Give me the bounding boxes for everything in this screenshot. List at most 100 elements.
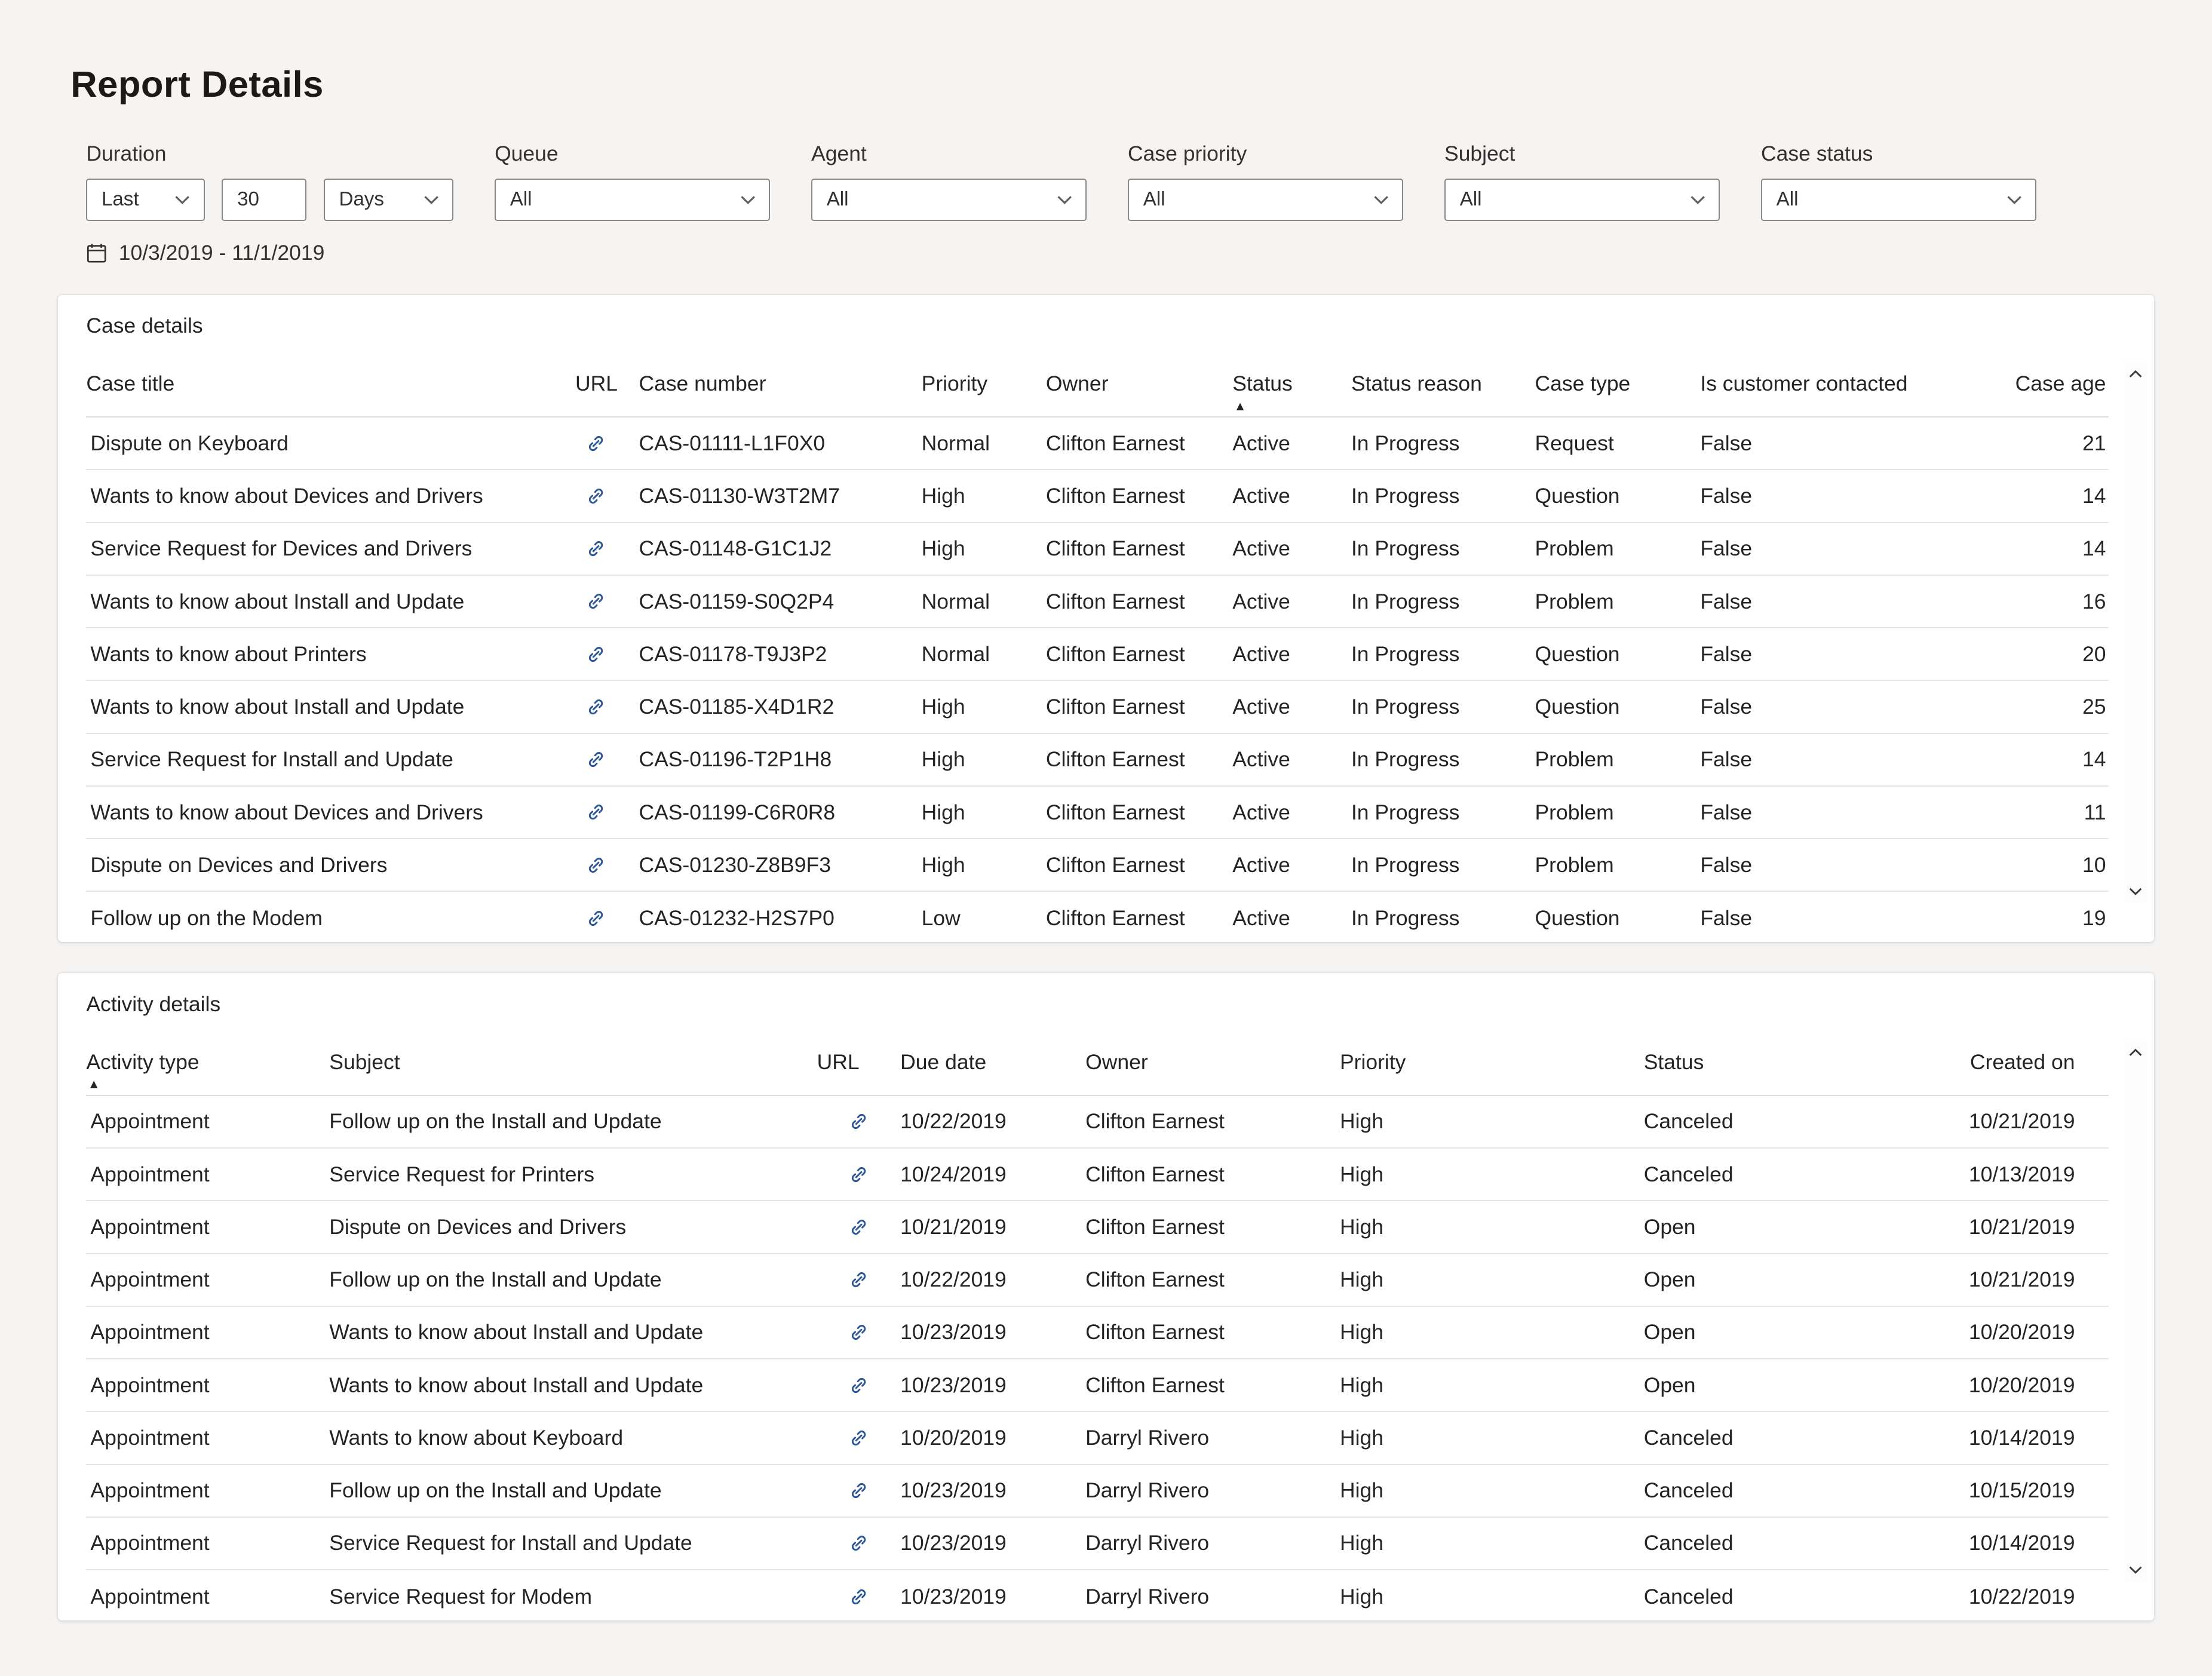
cell-subject: Wants to know about Keyboard <box>329 1425 624 1450</box>
column-header-priority[interactable]: Priority <box>1340 1049 1644 1075</box>
cell-owner: Clifton Earnest <box>1085 1267 1225 1292</box>
cell-priority: High <box>1340 1109 1383 1134</box>
column-header-status-reason[interactable]: Status reason <box>1351 371 1535 397</box>
table-row[interactable]: Appointment Dispute on Devices and Driver… <box>86 1201 2109 1254</box>
queue-select[interactable]: All <box>495 178 771 221</box>
case-priority-select[interactable]: All <box>1128 178 1404 221</box>
column-header-status[interactable]: Status <box>1644 1049 1948 1075</box>
cell-case-type: Problem <box>1535 747 1614 772</box>
filter-case-status: Case status All <box>1761 142 2037 221</box>
link-icon[interactable] <box>586 486 606 506</box>
column-header-url[interactable]: URL <box>817 1049 901 1075</box>
table-row[interactable]: Appointment Follow up on the Install and … <box>86 1096 2109 1149</box>
column-header-due-date[interactable]: Due date <box>900 1049 1085 1075</box>
column-header-owner[interactable]: Owner <box>1085 1049 1340 1075</box>
cell-subject: Service Request for Printers <box>329 1162 595 1186</box>
case-status-select[interactable]: All <box>1761 178 2037 221</box>
column-header-activity-type[interactable]: Activity type ▲ <box>86 1049 329 1091</box>
chevron-down-icon <box>423 194 440 205</box>
link-icon[interactable] <box>586 644 606 664</box>
cell-url <box>553 855 639 875</box>
chevron-down-icon <box>740 194 756 205</box>
table-row[interactable]: Dispute on Keyboard CAS-01111-L1F0X0 Norma… <box>86 418 2109 471</box>
scroll-up-button[interactable] <box>2128 1041 2143 1064</box>
link-icon[interactable] <box>849 1376 869 1395</box>
table-row[interactable]: Service Request for Install and Update CA… <box>86 734 2109 787</box>
cell-owner: Clifton Earnest <box>1045 431 1185 455</box>
duration-range-type-select[interactable]: Last <box>86 178 205 221</box>
table-row[interactable]: Follow up on the Modem CAS-01232-H2S7P0 Lo… <box>86 892 2109 944</box>
column-header-is-customer-contacted[interactable]: Is customer contacted <box>1700 371 2001 397</box>
duration-amount-input[interactable] <box>222 178 307 221</box>
case-table-body: Dispute on Keyboard CAS-01111-L1F0X0 Norma… <box>86 418 2109 945</box>
activity-table-scrollbar[interactable] <box>2124 1040 2147 1581</box>
cell-activity-type: Appointment <box>90 1214 210 1239</box>
table-row[interactable]: Appointment Service Request for Modem 10/2… <box>86 1570 2109 1623</box>
filter-bar: Duration Last Days <box>86 142 2154 265</box>
table-row[interactable]: Wants to know about Install and Update CA… <box>86 681 2109 734</box>
cell-priority: High <box>921 695 965 719</box>
case-table-scrollbar[interactable] <box>2124 363 2147 903</box>
cell-status-reason: In Progress <box>1351 431 1460 455</box>
link-icon[interactable] <box>586 802 606 822</box>
link-icon[interactable] <box>849 1270 869 1290</box>
agent-select[interactable]: All <box>811 178 1087 221</box>
link-icon[interactable] <box>586 591 606 611</box>
table-row[interactable]: Service Request for Devices and Drivers C… <box>86 523 2109 576</box>
cell-priority: Low <box>921 906 961 930</box>
link-icon[interactable] <box>586 434 606 453</box>
duration-unit-select[interactable]: Days <box>323 178 454 221</box>
table-row[interactable]: Appointment Service Request for Printers 1… <box>86 1149 2109 1202</box>
column-header-subject[interactable]: Subject <box>329 1049 817 1075</box>
table-row[interactable]: Wants to know about Install and Update CA… <box>86 576 2109 629</box>
cell-status: Canceled <box>1643 1425 1734 1450</box>
column-header-case-type[interactable]: Case type <box>1535 371 1701 397</box>
scroll-up-button[interactable] <box>2128 363 2143 385</box>
column-header-url[interactable]: URL <box>553 371 639 397</box>
cell-due-date: 10/21/2019 <box>900 1214 1007 1239</box>
column-header-created-on[interactable]: Created on <box>1947 1049 2109 1075</box>
link-icon[interactable] <box>849 1322 869 1342</box>
cell-url <box>817 1217 901 1237</box>
cell-url <box>817 1376 901 1395</box>
cell-is-customer-contacted: False <box>1700 906 1753 930</box>
link-icon[interactable] <box>849 1481 869 1500</box>
cell-url <box>817 1533 901 1553</box>
scroll-down-button[interactable] <box>2128 880 2143 903</box>
link-icon[interactable] <box>586 855 606 875</box>
column-header-status[interactable]: Status ▲ <box>1232 371 1351 413</box>
link-icon[interactable] <box>849 1587 869 1607</box>
link-icon[interactable] <box>849 1165 869 1184</box>
table-row[interactable]: Wants to know about Devices and Drivers C… <box>86 470 2109 523</box>
column-header-case-age[interactable]: Case age <box>2001 371 2109 397</box>
scroll-down-button[interactable] <box>2128 1558 2143 1581</box>
column-header-case-title[interactable]: Case title <box>86 371 553 397</box>
link-icon[interactable] <box>586 750 606 769</box>
cell-case-age: 21 <box>2082 431 2106 455</box>
column-header-priority[interactable]: Priority <box>922 371 1046 397</box>
cell-case-title: Dispute on Keyboard <box>90 431 289 455</box>
link-icon[interactable] <box>586 908 606 928</box>
subject-select[interactable]: All <box>1444 178 1720 221</box>
table-row[interactable]: Wants to know about Printers CAS-01178-T9… <box>86 628 2109 682</box>
column-header-case-number[interactable]: Case number <box>639 371 921 397</box>
table-row[interactable]: Appointment Follow up on the Install and … <box>86 1465 2109 1518</box>
link-icon[interactable] <box>849 1428 869 1448</box>
cell-case-number: CAS-01230-Z8B9F3 <box>639 852 831 877</box>
table-row[interactable]: Appointment Wants to know about Install a… <box>86 1307 2109 1360</box>
table-row[interactable]: Appointment Service Request for Install a… <box>86 1518 2109 1571</box>
link-icon[interactable] <box>849 1112 869 1131</box>
link-icon[interactable] <box>586 539 606 558</box>
table-row[interactable]: Dispute on Devices and Drivers CAS-01230-… <box>86 839 2109 892</box>
link-icon[interactable] <box>849 1217 869 1237</box>
cell-status-reason: In Progress <box>1351 800 1460 824</box>
column-header-owner[interactable]: Owner <box>1046 371 1232 397</box>
link-icon[interactable] <box>849 1533 869 1553</box>
table-row[interactable]: Appointment Follow up on the Install and … <box>86 1254 2109 1307</box>
link-icon[interactable] <box>586 697 606 717</box>
table-row[interactable]: Appointment Wants to know about Install a… <box>86 1359 2109 1413</box>
cell-case-number: CAS-01196-T2P1H8 <box>639 747 832 772</box>
table-row[interactable]: Appointment Wants to know about Keyboard 1… <box>86 1412 2109 1465</box>
table-row[interactable]: Wants to know about Devices and Drivers C… <box>86 787 2109 840</box>
cell-due-date: 10/23/2019 <box>900 1531 1007 1555</box>
